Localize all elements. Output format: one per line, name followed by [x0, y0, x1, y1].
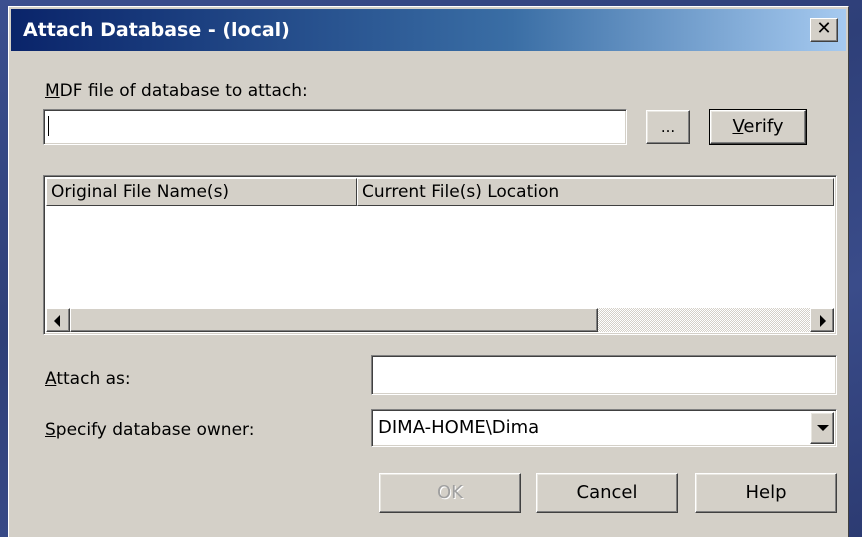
title-bar[interactable]: Attach Database - (local) ✕ — [11, 9, 846, 51]
ok-button-label: OK — [437, 482, 463, 503]
files-list-view[interactable]: Original File Name(s) Current File(s) Lo… — [43, 175, 837, 335]
owner-select[interactable]: DIMA-HOME\Dima — [371, 409, 837, 447]
attach-as-label: Attach as: — [45, 369, 131, 389]
scroll-left-button[interactable] — [46, 308, 70, 332]
scrollbar-thumb[interactable] — [70, 308, 598, 332]
browse-button-label: ... — [660, 118, 676, 136]
attach-as-input[interactable] — [371, 355, 837, 395]
chevron-down-icon — [817, 425, 829, 431]
scroll-right-button[interactable] — [810, 308, 834, 332]
owner-text: pecify database owner: — [55, 420, 255, 440]
text-caret — [48, 116, 49, 136]
close-icon: ✕ — [816, 18, 832, 39]
attach-as-accel: A — [45, 369, 57, 389]
horizontal-scrollbar[interactable] — [46, 308, 834, 332]
close-button[interactable]: ✕ — [810, 18, 838, 42]
cancel-button[interactable]: Cancel — [536, 473, 678, 513]
cancel-button-label: Cancel — [576, 482, 638, 503]
ok-button[interactable]: OK — [379, 473, 521, 513]
attach-database-dialog: Attach Database - (local) ✕ MDF file of … — [8, 6, 849, 537]
owner-selected-value: DIMA-HOME\Dima — [378, 417, 540, 438]
mdf-file-input[interactable] — [43, 109, 627, 145]
arrow-right-icon — [820, 315, 826, 327]
browse-button[interactable]: ... — [646, 110, 690, 144]
verify-accel: V — [732, 116, 744, 137]
mdf-label-accel: M — [45, 81, 60, 101]
window-title: Attach Database - (local) — [23, 19, 290, 41]
verify-button[interactable]: Verify — [709, 109, 807, 145]
attach-as-text: ttach as: — [56, 369, 131, 389]
mdf-file-label: MDF file of database to attach: — [45, 81, 308, 101]
owner-label: Specify database owner: — [45, 420, 254, 440]
owner-accel: S — [45, 420, 56, 440]
column-header-original-file-names[interactable]: Original File Name(s) — [46, 178, 357, 206]
mdf-label-text: DF file of database to attach: — [59, 81, 308, 101]
column-header-current-file-location[interactable]: Current File(s) Location — [357, 178, 834, 206]
help-button-label: Help — [745, 482, 787, 503]
arrow-left-icon — [54, 315, 60, 327]
verify-label: erify — [743, 116, 784, 137]
help-button[interactable]: Help — [695, 473, 837, 513]
owner-dropdown-button[interactable] — [810, 412, 834, 444]
column-header-label: Original File Name(s) — [51, 182, 230, 202]
column-header-label: Current File(s) Location — [362, 182, 560, 202]
